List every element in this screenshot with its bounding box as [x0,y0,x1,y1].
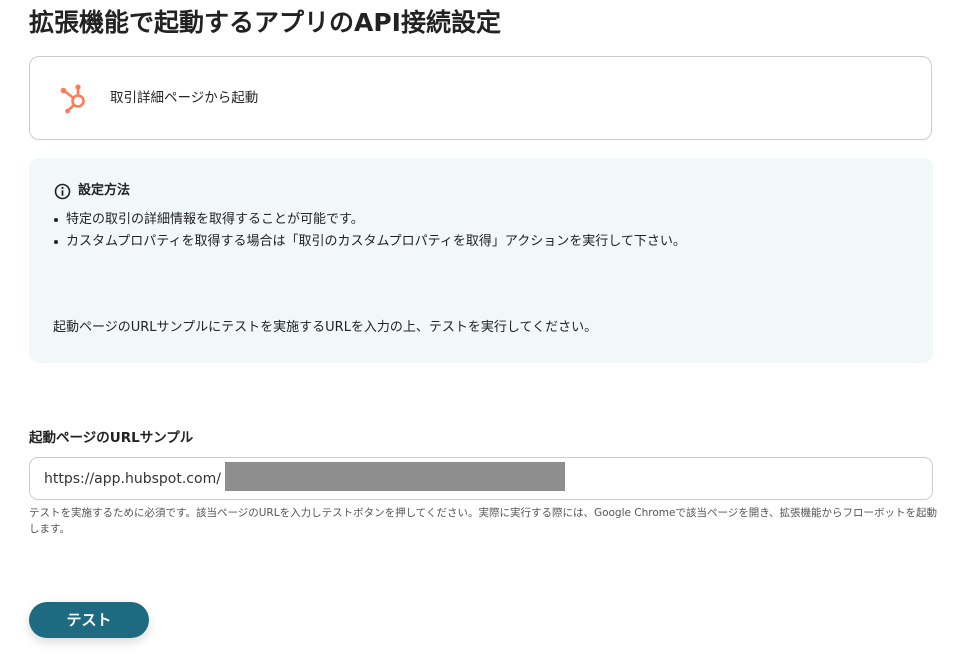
page-title: 拡張機能で起動するアプリのAPI接続設定 [29,8,501,37]
trigger-label: 取引詳細ページから起動 [110,90,259,106]
info-list-item: カスタムプロパティを取得する場合は「取引のカスタムプロパティを取得」アクションを… [50,231,686,253]
info-title: 設定方法 [78,183,131,198]
redacted-block [225,462,565,491]
hubspot-logo-icon [60,84,85,114]
info-note: 起動ページのURLサンプルにテストを実施するURLを入力の上、テストを実行してく… [53,320,598,335]
url-field-label: 起動ページのURLサンプル [29,430,194,446]
trigger-card[interactable]: 取引詳細ページから起動 [29,56,932,140]
url-sample-input[interactable]: https://app.hubspot.com/ [29,457,933,500]
setup-info-box: 設定方法 特定の取引の詳細情報を取得することが可能です。 カスタムプロパティを取… [29,158,933,363]
url-help-text: テストを実施するために必須です。該当ページのURLを入力しテストボタンを押してく… [29,507,938,535]
info-circle-icon [54,183,71,199]
url-input-value: https://app.hubspot.com/ [44,471,221,487]
info-header: 設定方法 [54,182,130,200]
info-list-item: 特定の取引の詳細情報を取得することが可能です。 [50,209,686,231]
info-list: 特定の取引の詳細情報を取得することが可能です。 カスタムプロパティを取得する場合… [50,209,686,253]
test-button[interactable]: テスト [29,602,149,638]
